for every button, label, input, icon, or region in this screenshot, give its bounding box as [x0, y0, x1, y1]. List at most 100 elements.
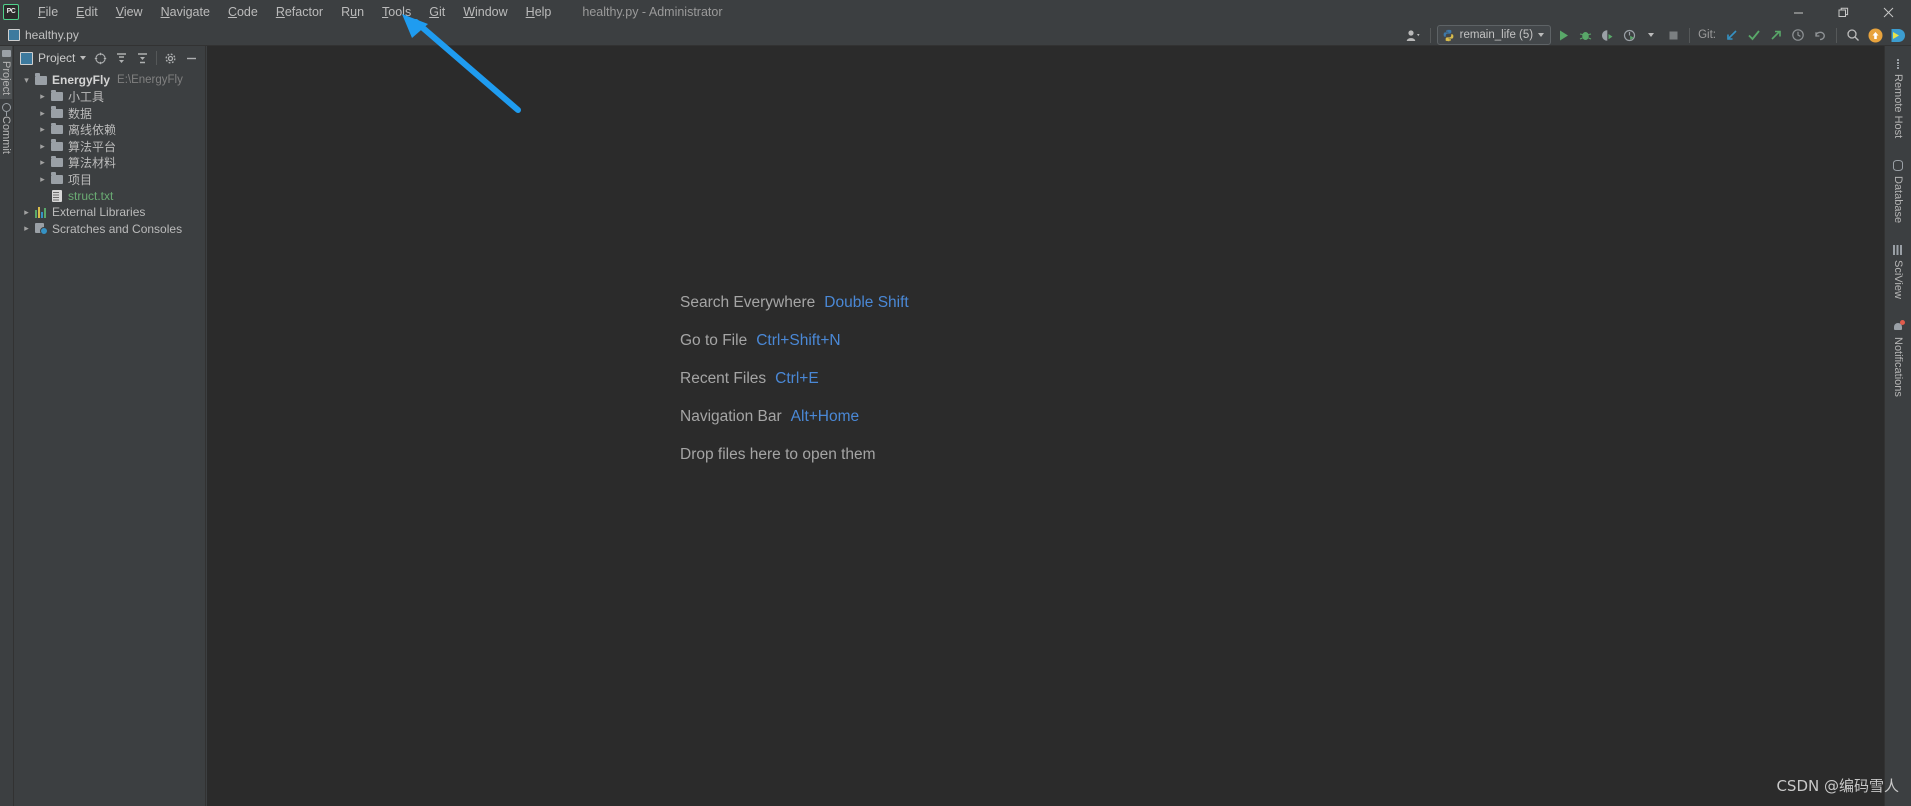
- menu-item-file[interactable]: File: [29, 0, 67, 24]
- editor-tab-healthy-py[interactable]: healthy.py: [0, 24, 87, 46]
- editor-empty-area[interactable]: Search Everywhere Double Shift Go to Fil…: [207, 46, 1884, 806]
- run-icon[interactable]: [1553, 25, 1573, 45]
- toolbar-separator-3: [1836, 27, 1837, 43]
- tree-node-energyfly[interactable]: ▾ EnergyFly E:\EnergyFly: [14, 72, 205, 89]
- chevron-right-icon[interactable]: ▸: [36, 141, 49, 152]
- chevron-down-icon[interactable]: [1538, 33, 1545, 37]
- run-configuration-selector[interactable]: remain_life (5): [1436, 25, 1552, 45]
- select-opened-file-icon[interactable]: [91, 49, 110, 68]
- chevron-right-icon[interactable]: ▸: [20, 207, 33, 218]
- menu-item-run[interactable]: Run: [332, 0, 373, 24]
- collapse-all-icon[interactable]: [133, 49, 152, 68]
- tree-node-label: EnergyFly: [52, 73, 111, 88]
- chevron-right-icon[interactable]: ▸: [36, 124, 49, 135]
- sidebar-tab-database[interactable]: Database: [1892, 157, 1904, 226]
- python-file-icon: [8, 28, 20, 41]
- sidebar-tab-remote-host[interactable]: Remote Host: [1892, 56, 1904, 141]
- main-toolbar: remain_life (5) Git:: [1404, 24, 1907, 46]
- editor-tab-strip: healthy.py remain_life (5) Git:: [0, 24, 1911, 46]
- menu-item-refactor[interactable]: Refactor: [267, 0, 332, 24]
- tree-node-label: 项目: [68, 172, 93, 187]
- hint-drop-files-label: Drop files here to open them: [680, 446, 876, 463]
- chevron-down-icon[interactable]: [80, 56, 87, 60]
- tree-node-label: 算法平台: [68, 139, 117, 154]
- project-tool-window: Project ▾ EnergyFly E:\EnergyFly ▸ 小工具 ▸…: [14, 46, 206, 806]
- tree-node-lixianyilai[interactable]: ▸ 离线依赖: [14, 122, 205, 139]
- commit-icon: [1, 103, 11, 117]
- sidebar-tab-sciview[interactable]: SciView: [1892, 242, 1904, 302]
- project-panel-title-box[interactable]: Project: [17, 51, 89, 65]
- hint-key-label: Double Shift: [824, 294, 909, 311]
- minimize-icon[interactable]: [1776, 0, 1821, 24]
- search-icon[interactable]: [1843, 25, 1863, 45]
- hint-search-everywhere: Search Everywhere Double Shift: [680, 294, 909, 312]
- chevron-right-icon[interactable]: ▸: [36, 157, 49, 168]
- settings-gear-icon[interactable]: [161, 49, 180, 68]
- menu-item-code[interactable]: Code: [219, 0, 267, 24]
- folder-icon: [49, 106, 64, 118]
- git-push-icon[interactable]: [1766, 25, 1786, 45]
- chevron-right-icon[interactable]: ▸: [36, 108, 49, 119]
- toolbar-separator: [1429, 27, 1431, 43]
- restore-icon[interactable]: [1821, 0, 1866, 24]
- git-update-project-icon[interactable]: [1722, 25, 1742, 45]
- tree-node-label: struct.txt: [68, 188, 114, 203]
- tree-node-shuju[interactable]: ▸ 数据: [14, 105, 205, 122]
- python-icon: [1443, 29, 1453, 41]
- menu-item-help[interactable]: Help: [517, 0, 561, 24]
- sidebar-tab-project[interactable]: Project: [0, 46, 12, 100]
- tree-node-label: Scratches and Consoles: [52, 221, 183, 236]
- stop-icon[interactable]: [1663, 25, 1683, 45]
- git-history-icon[interactable]: [1788, 25, 1808, 45]
- hint-navigation-bar: Navigation Bar Alt+Home: [680, 408, 909, 426]
- expand-all-icon[interactable]: [112, 49, 131, 68]
- window-controls: [1776, 0, 1911, 24]
- run-with-coverage-icon[interactable]: [1597, 25, 1617, 45]
- chevron-right-icon[interactable]: ▸: [20, 223, 33, 234]
- tree-node-xiangmu[interactable]: ▸ 项目: [14, 171, 205, 188]
- sidebar-tab-notifications[interactable]: Notifications: [1892, 318, 1905, 400]
- tree-node-path: E:\EnergyFly: [117, 74, 183, 87]
- profile-icon[interactable]: [1619, 25, 1639, 45]
- menu-item-window[interactable]: Window: [454, 0, 516, 24]
- tree-node-suanfacailiao[interactable]: ▸ 算法材料: [14, 155, 205, 172]
- git-rollback-icon[interactable]: [1810, 25, 1830, 45]
- tree-node-struct-txt[interactable]: struct.txt: [14, 188, 205, 205]
- scratches-icon: [33, 223, 48, 236]
- project-tree: ▾ EnergyFly E:\EnergyFly ▸ 小工具 ▸ 数据 ▸ 离线…: [14, 70, 205, 237]
- tree-node-label: External Libraries: [52, 205, 146, 220]
- project-icon: [20, 51, 33, 65]
- chevron-down-icon[interactable]: ▾: [20, 75, 33, 86]
- tree-node-suanfapingtai[interactable]: ▸ 算法平台: [14, 138, 205, 155]
- hint-key-label: Ctrl+E: [775, 370, 819, 387]
- menu-item-tools[interactable]: Tools: [373, 0, 420, 24]
- menu-item-view[interactable]: View: [107, 0, 152, 24]
- folder-icon: [49, 155, 64, 168]
- chevron-right-icon[interactable]: ▸: [36, 174, 49, 185]
- sidebar-tab-notifications-label: Notifications: [1892, 337, 1904, 398]
- git-commit-icon[interactable]: [1744, 25, 1764, 45]
- chevron-right-icon[interactable]: ▸: [36, 91, 49, 102]
- hide-panel-icon[interactable]: [182, 49, 201, 68]
- tree-node-label: 数据: [68, 106, 93, 121]
- update-available-icon[interactable]: [1865, 25, 1885, 45]
- menu-item-edit[interactable]: Edit: [67, 0, 107, 24]
- debug-icon[interactable]: [1575, 25, 1595, 45]
- hint-action-label: Search Everywhere: [680, 294, 816, 311]
- ide-assist-icon[interactable]: [1887, 25, 1907, 45]
- close-icon[interactable]: [1866, 0, 1911, 24]
- menu-item-navigate[interactable]: Navigate: [152, 0, 219, 24]
- pycharm-window: PC File Edit View Navigate Code Refactor…: [0, 0, 1911, 806]
- left-tool-window-rail: Project Commit: [0, 46, 14, 806]
- external-libraries-icon: [33, 206, 48, 218]
- tree-node-xiaogongju[interactable]: ▸ 小工具: [14, 89, 205, 106]
- profile-dropdown-icon[interactable]: [1641, 25, 1661, 45]
- folder-icon: [49, 89, 64, 102]
- tree-node-external-libraries[interactable]: ▸ External Libraries: [14, 204, 205, 221]
- sidebar-tab-commit[interactable]: Commit: [0, 99, 12, 158]
- menu-item-git[interactable]: Git: [420, 0, 454, 24]
- sidebar-tab-remote-host-label: Remote Host: [1892, 74, 1904, 139]
- tree-node-scratches-consoles[interactable]: ▸ Scratches and Consoles: [14, 221, 205, 238]
- right-tool-window-rail: Remote Host Database SciView Notificatio…: [1884, 46, 1911, 806]
- user-account-icon[interactable]: [1404, 25, 1424, 45]
